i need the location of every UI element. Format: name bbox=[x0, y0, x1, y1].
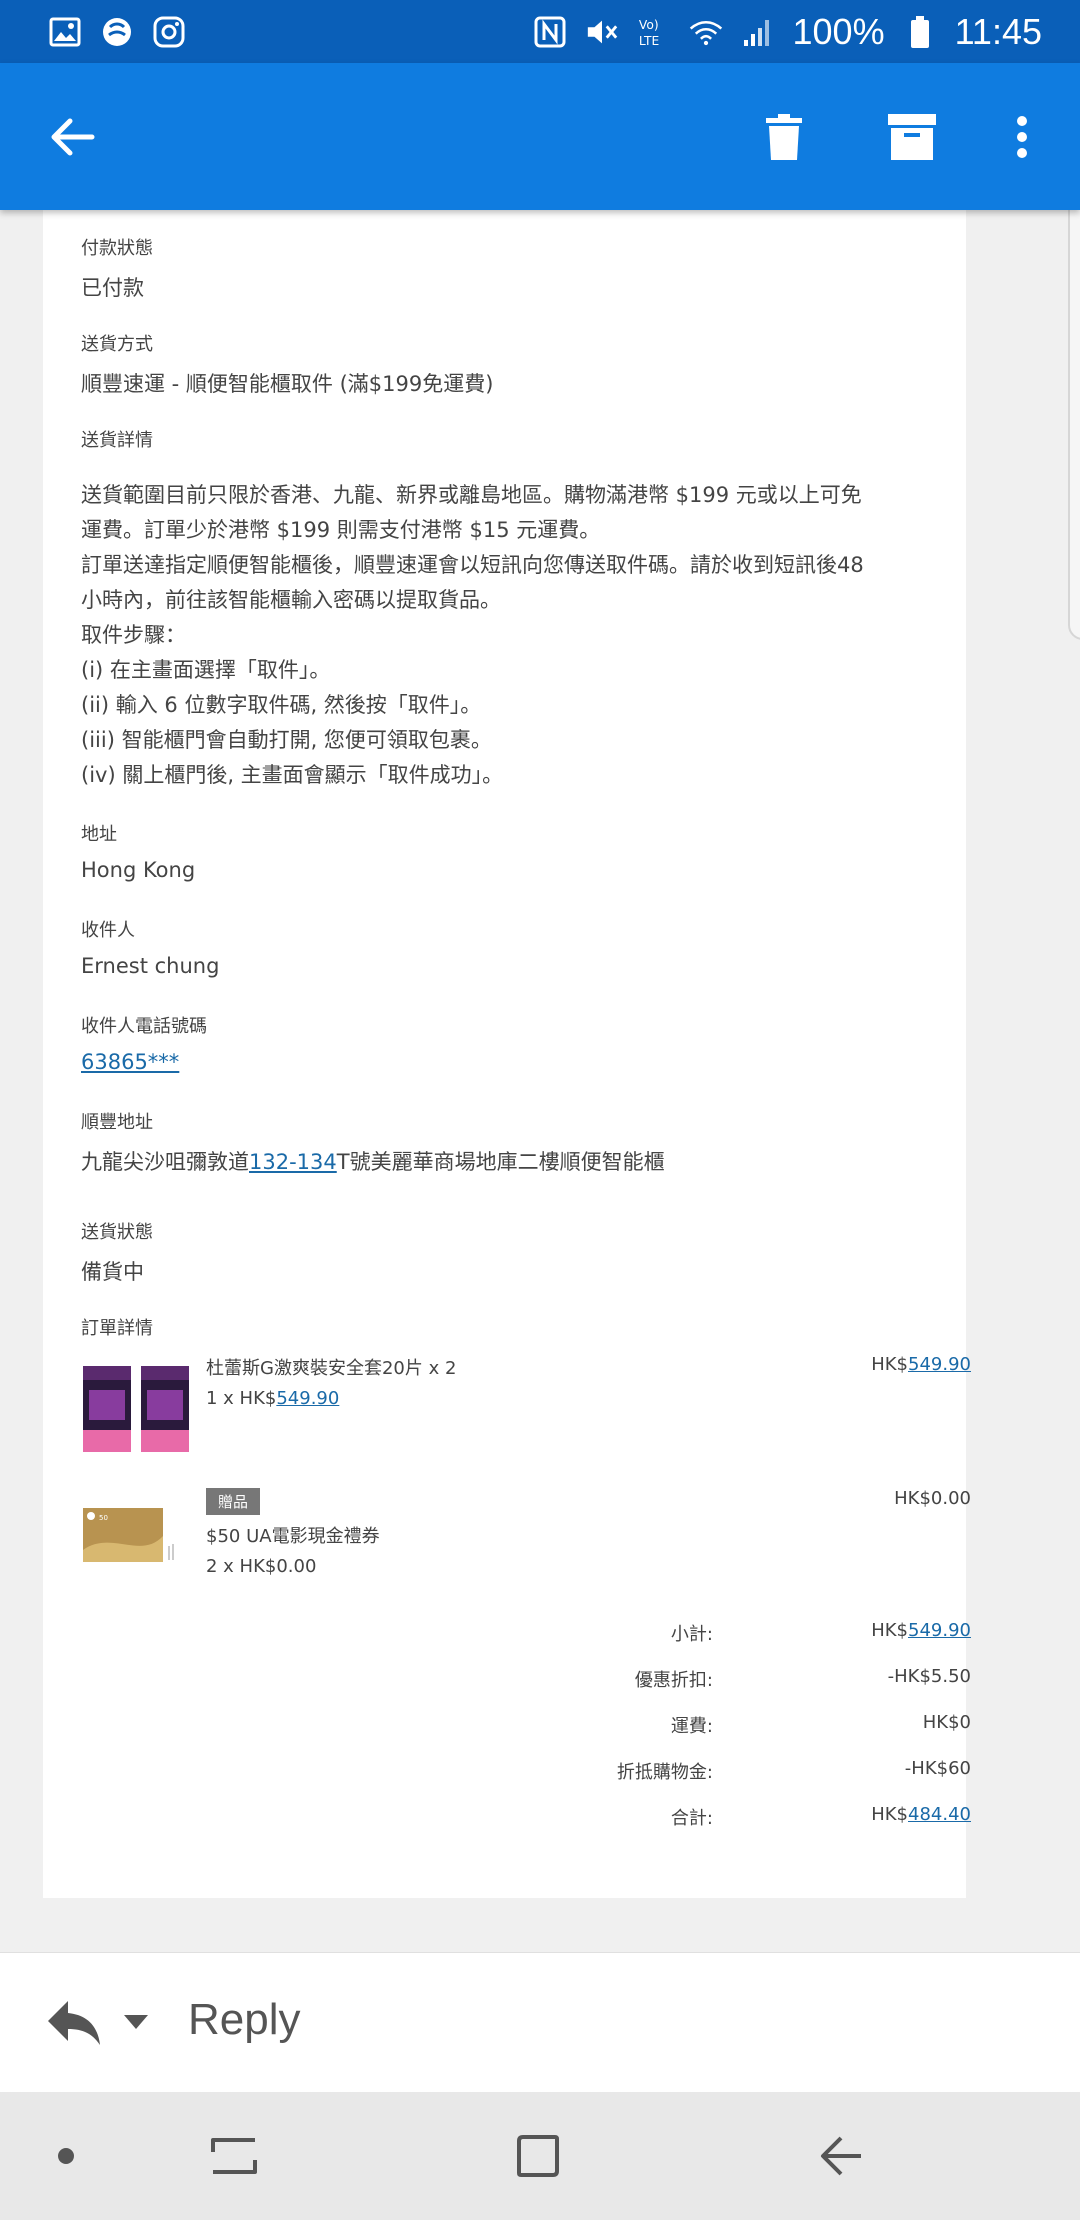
recipient-label: 收件人 bbox=[81, 920, 135, 941]
back-arrow-icon[interactable] bbox=[36, 101, 108, 173]
delivery-status-value: 備貨中 bbox=[81, 1260, 144, 1284]
shipping-fee-value: HK$0 bbox=[922, 1712, 971, 1733]
item-qty: 1 x HK$549.90 bbox=[206, 1388, 339, 1409]
shipping-method-label: 送貨方式 bbox=[81, 334, 153, 355]
currency-prefix: HK$ bbox=[871, 1620, 909, 1641]
gift-card-image[interactable]: 50 bbox=[81, 1500, 181, 1570]
svg-text:50: 50 bbox=[99, 1514, 108, 1522]
edge-panel-handle[interactable] bbox=[1068, 175, 1080, 640]
item-total: HK$0.00 bbox=[894, 1488, 971, 1509]
sf-address-link[interactable]: 132-134 bbox=[249, 1150, 337, 1174]
instagram-icon bbox=[152, 15, 186, 49]
battery-percent: 100% bbox=[792, 10, 885, 52]
shipping-details-line: (iv) 關上櫃門後, 主畫面會顯示「取件成功」。 bbox=[81, 763, 504, 787]
volte-icon: Vo) LTE bbox=[637, 15, 671, 49]
status-bar-system: Vo) LTE 100% 11:45 bbox=[533, 10, 1042, 53]
product-image[interactable] bbox=[81, 1360, 193, 1456]
svg-text:Vo): Vo) bbox=[638, 18, 658, 32]
credit-value: -HK$60 bbox=[904, 1758, 971, 1779]
address-label: 地址 bbox=[81, 824, 117, 845]
recipient-value: Ernest chung bbox=[81, 954, 220, 978]
delete-icon[interactable] bbox=[748, 101, 820, 173]
item-total-prefix: HK$ bbox=[871, 1354, 909, 1375]
item-qty: 2 x HK$0.00 bbox=[206, 1556, 317, 1577]
phone-link[interactable]: 63865*** bbox=[81, 1050, 179, 1074]
shipping-details-line: 取件步驟： bbox=[81, 623, 186, 647]
discount-label: 優惠折扣: bbox=[634, 1670, 713, 1691]
battery-icon bbox=[903, 15, 937, 49]
gallery-icon bbox=[48, 15, 82, 49]
recents-icon[interactable] bbox=[202, 2124, 266, 2188]
gift-badge: 贈品 bbox=[206, 1488, 261, 1515]
item-qty-price-link[interactable]: 549.90 bbox=[276, 1388, 339, 1409]
item-total-link[interactable]: 549.90 bbox=[908, 1354, 971, 1375]
item-total: HK$549.90 bbox=[871, 1354, 971, 1375]
sf-address-label: 順豐地址 bbox=[81, 1112, 153, 1133]
payment-status-value: 已付款 bbox=[81, 276, 144, 300]
shipping-details-line: 小時內，前往該智能櫃輸入密碼以提取貨品。 bbox=[81, 588, 501, 612]
shipping-details-line: (iii) 智能櫃門會自動打開, 您便可領取包裹。 bbox=[81, 728, 492, 752]
signal-icon bbox=[741, 15, 775, 49]
subtotal-label: 小計: bbox=[670, 1624, 713, 1645]
sf-address-value: 九龍尖沙咀彌敦道132-134T號美麗華商場地庫二樓順便智能櫃 bbox=[81, 1146, 665, 1176]
sf-address-prefix: 九龍尖沙咀彌敦道 bbox=[81, 1150, 249, 1174]
item-name: 杜蕾斯G激爽裝安全套20片 x 2 bbox=[206, 1358, 457, 1379]
navigation-bar bbox=[0, 2092, 1080, 2220]
item-qty-prefix: 1 x HK$ bbox=[206, 1388, 277, 1409]
archive-icon[interactable] bbox=[876, 101, 948, 173]
email-body: 付款狀態 已付款 送貨方式 順豐速運 - 順便智能櫃取件 (滿$199免運費) … bbox=[43, 210, 971, 1898]
delivery-status-label: 送貨狀態 bbox=[81, 1222, 153, 1243]
shipping-fee-label: 運費: bbox=[670, 1716, 713, 1737]
shipping-details-line: 訂單送達指定順便智能櫃後，順豐速運會以短訊向您傳送取件碼。請於收到短訊後48 bbox=[81, 553, 864, 577]
shipping-details-line: (i) 在主畫面選擇「取件」。 bbox=[81, 658, 331, 682]
sf-address-suffix: T號美麗華商場地庫二樓順便智能櫃 bbox=[336, 1150, 665, 1174]
shipping-details-line: 送貨範圍目前只限於香港、九龍、新界或離島地區。購物滿港幣 $199 元或以上可免 bbox=[81, 483, 862, 507]
status-bar-notifications bbox=[48, 15, 186, 49]
app-bar bbox=[0, 63, 1080, 210]
shipping-details-text: 送貨範圍目前只限於香港、九龍、新界或離島地區。購物滿港幣 $199 元或以上可免… bbox=[81, 478, 931, 793]
phone-label: 收件人電話號碼 bbox=[81, 1016, 207, 1037]
shipping-details-label: 送貨詳情 bbox=[81, 430, 153, 451]
home-dot-icon[interactable] bbox=[34, 2124, 98, 2188]
payment-status-label: 付款狀態 bbox=[81, 238, 153, 259]
mute-icon bbox=[585, 15, 619, 49]
discount-value: -HK$5.50 bbox=[887, 1666, 971, 1687]
shipping-details-line: (ii) 輸入 6 位數字取件碼, 然後按「取件」。 bbox=[81, 693, 482, 717]
reply-button[interactable]: Reply bbox=[188, 1995, 301, 2045]
total-label: 合計: bbox=[670, 1808, 713, 1829]
more-icon[interactable] bbox=[986, 101, 1058, 173]
reply-icon[interactable] bbox=[46, 1997, 102, 2047]
back-icon[interactable] bbox=[808, 2124, 872, 2188]
nfc-icon bbox=[533, 15, 567, 49]
currency-prefix: HK$ bbox=[871, 1804, 909, 1825]
subtotal-value: HK$549.90 bbox=[871, 1620, 971, 1641]
credit-label: 折抵購物金: bbox=[616, 1762, 713, 1783]
svg-text:LTE: LTE bbox=[638, 34, 658, 48]
subtotal-link[interactable]: 549.90 bbox=[908, 1620, 971, 1641]
wifi-icon bbox=[689, 15, 723, 49]
reply-bar: Reply bbox=[0, 1952, 1080, 2093]
total-link[interactable]: 484.40 bbox=[908, 1804, 971, 1825]
order-details-label: 訂單詳情 bbox=[81, 1318, 153, 1339]
dropdown-icon[interactable] bbox=[122, 2011, 150, 2031]
status-bar: Vo) LTE 100% 11:45 bbox=[0, 0, 1080, 63]
item-name: $50 UA電影現金禮券 bbox=[206, 1526, 380, 1547]
clock: 11:45 bbox=[954, 10, 1042, 52]
shipping-method-value: 順豐速運 - 順便智能櫃取件 (滿$199免運費) bbox=[81, 372, 494, 396]
total-value: HK$484.40 bbox=[871, 1804, 971, 1825]
shipping-details-line: 運費。訂單少於港幣 $199 則需支付港幣 $15 元運費。 bbox=[81, 518, 601, 542]
home-icon[interactable] bbox=[506, 2124, 570, 2188]
address-value: Hong Kong bbox=[81, 858, 196, 882]
cloud-icon bbox=[100, 15, 134, 49]
